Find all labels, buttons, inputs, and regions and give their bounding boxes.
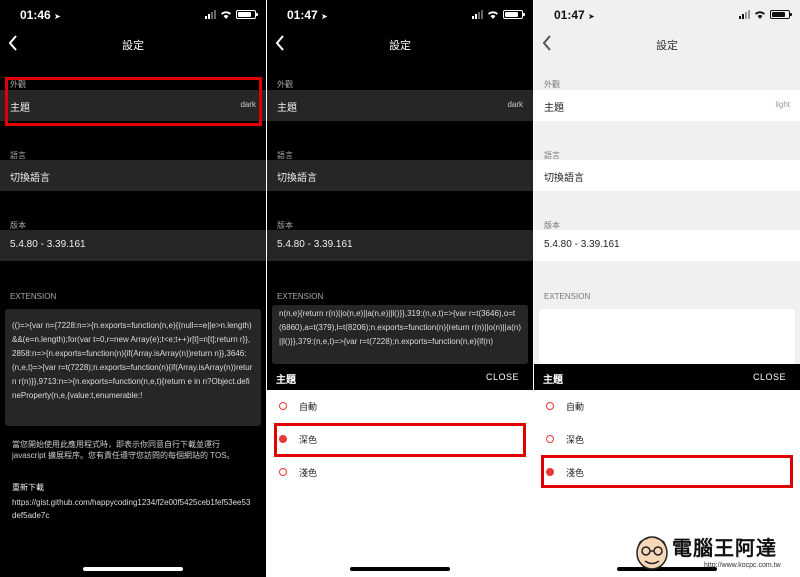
option-label: 自動 — [566, 402, 585, 412]
version-value: 5.4.80 - 3.39.161 — [277, 239, 353, 250]
version-value: 5.4.80 - 3.39.161 — [10, 239, 86, 250]
option-label: 自動 — [299, 402, 318, 412]
nav-bar: 設定 — [534, 30, 800, 58]
close-button[interactable]: CLOSE — [753, 372, 786, 382]
sheet-header: 主題 CLOSE — [267, 364, 533, 390]
version-value: 5.4.80 - 3.39.161 — [544, 239, 620, 250]
wifi-icon — [488, 11, 498, 19]
location-icon: ➤ — [588, 12, 595, 21]
redownload-title[interactable]: 重新下載 — [12, 482, 44, 493]
nav-bar: 設定 — [0, 30, 266, 58]
theme-label: 主題 — [544, 103, 564, 114]
switch-language-label: 切換語言 — [277, 173, 317, 184]
radio-icon — [279, 402, 287, 410]
extension-code-box[interactable]: n(n,e){return r(n)||o(n,e)||a(n,e)||l()}… — [272, 305, 528, 364]
version-row: 5.4.80 - 3.39.161 — [0, 230, 266, 261]
theme-value: dark — [507, 100, 523, 109]
option-label: 淺色 — [299, 468, 318, 478]
radio-icon — [546, 402, 554, 410]
screen-2-dark-theme-sheet: 01:47 ➤ 設定 外觀 主題 dark 語言 切換語言 版本 5.4.80 … — [267, 0, 533, 577]
tos-notice: 當您開始使用此應用程式時，即表示你同意自行下載並運行 javascript 擴展… — [12, 440, 235, 460]
location-icon: ➤ — [321, 12, 328, 21]
highlight-box-dark-option — [274, 423, 526, 457]
extension-code: (()=>{var n={7228:n=>{n.exports=function… — [12, 321, 253, 400]
switch-language-row[interactable]: 切換語言 — [534, 160, 800, 191]
wifi-icon — [221, 11, 231, 19]
signal-icon — [739, 10, 750, 19]
switch-language-label: 切換語言 — [544, 173, 584, 184]
option-auto[interactable]: 自動 — [267, 390, 533, 422]
watermark-url: http://www.kocpc.com.tw — [704, 562, 781, 569]
status-time: 01:47 — [287, 8, 318, 22]
option-auto[interactable]: 自動 — [534, 390, 800, 422]
battery-icon — [770, 10, 792, 19]
switch-language-label: 切換語言 — [10, 173, 50, 184]
extension-section-label: EXTENSION — [10, 292, 57, 301]
site-watermark: 電腦王阿達 http://www.kocpc.com.tw — [634, 527, 794, 573]
screen-3-light-theme-sheet: 01:47 ➤ 設定 外觀 主題 light 語言 切換語言 版本 5.4.80… — [534, 0, 800, 577]
status-bar: 01:47 ➤ — [267, 0, 533, 30]
theme-label: 主題 — [277, 103, 297, 114]
status-bar: 01:47 ➤ — [534, 0, 800, 30]
option-dark[interactable]: 深色 — [534, 423, 800, 455]
option-label: 深色 — [566, 435, 585, 445]
radio-icon — [546, 435, 554, 443]
battery-icon — [503, 10, 525, 19]
sheet-header: 主題 CLOSE — [534, 364, 800, 390]
screen-1-dark-settings: 01:46 ➤ 設定 外觀 主題 dark 語言 切換語言 版本 5.4.80 … — [0, 0, 266, 577]
extension-code-box[interactable] — [539, 309, 795, 364]
watermark-title: 電腦王阿達 — [672, 536, 777, 560]
page-title: 設定 — [656, 40, 678, 52]
extension-code-box[interactable]: (()=>{var n={7228:n=>{n.exports=function… — [5, 309, 261, 426]
nav-bar: 設定 — [267, 30, 533, 58]
extension-section-label: EXTENSION — [544, 292, 591, 301]
status-time: 01:46 — [20, 8, 51, 22]
extension-code: n(n,e){return r(n)||o(n,e)||a(n,e)||l()}… — [279, 309, 521, 346]
version-row: 5.4.80 - 3.39.161 — [267, 230, 533, 261]
status-time: 01:47 — [554, 8, 585, 22]
version-row: 5.4.80 - 3.39.161 — [534, 230, 800, 261]
highlight-box-light-option — [541, 455, 793, 488]
home-indicator — [350, 567, 450, 571]
page-title: 設定 — [389, 40, 411, 52]
status-bar: 01:46 ➤ — [0, 0, 266, 30]
theme-row[interactable]: 主題 dark — [267, 90, 533, 121]
highlight-box-theme — [5, 77, 262, 126]
sheet-title: 主題 — [276, 375, 296, 386]
theme-picker-sheet: 主題 CLOSE 自動 深色 淺色 — [267, 364, 533, 577]
sheet-title: 主題 — [543, 375, 563, 386]
switch-language-row[interactable]: 切換語言 — [267, 160, 533, 191]
radio-icon — [279, 468, 287, 476]
page-title: 設定 — [122, 40, 144, 52]
battery-icon — [236, 10, 258, 19]
theme-value: light — [775, 100, 790, 109]
signal-icon — [205, 10, 216, 19]
download-url-link[interactable]: https://gist.github.com/happycoding1234/… — [12, 496, 254, 522]
home-indicator — [83, 567, 183, 571]
close-button[interactable]: CLOSE — [486, 372, 519, 382]
appearance-section-label: 外觀 — [277, 80, 293, 89]
wifi-icon — [755, 11, 765, 19]
appearance-section-label: 外觀 — [544, 80, 560, 89]
mascot-face-icon — [636, 536, 668, 570]
signal-icon — [472, 10, 483, 19]
theme-row[interactable]: 主題 light — [534, 90, 800, 121]
switch-language-row[interactable]: 切換語言 — [0, 160, 266, 191]
location-icon: ➤ — [54, 12, 61, 21]
extension-section-label: EXTENSION — [277, 292, 324, 301]
option-light[interactable]: 淺色 — [267, 456, 533, 488]
